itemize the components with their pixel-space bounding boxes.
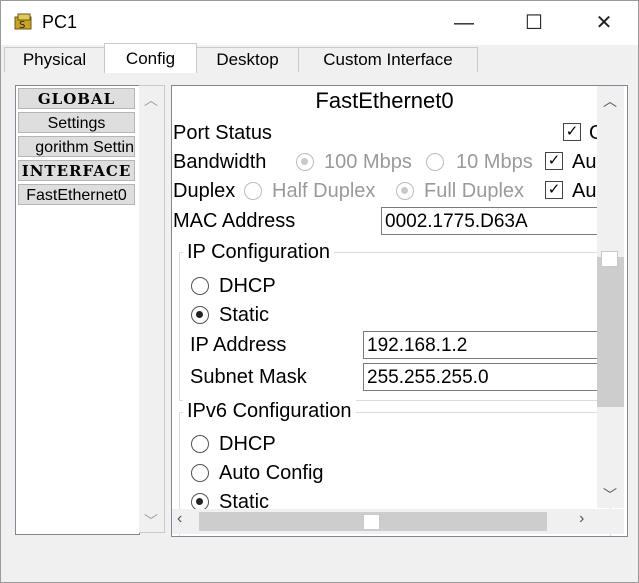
mac-address-field[interactable]: 0002.1775.D63A <box>381 207 611 235</box>
subnet-mask-label: Subnet Mask <box>190 366 307 388</box>
bandwidth-auto-label: Au <box>572 151 597 173</box>
ipv6-configuration-title: IPv6 Configuration <box>183 400 356 423</box>
title-bar: S PC1 — ☐ ✕ <box>1 1 638 45</box>
ipv6-auto-config-label: Auto Config <box>219 462 324 484</box>
scroll-corner <box>597 509 624 534</box>
sidebar-header-global: GLOBAL <box>18 88 135 109</box>
config-sidebar: GLOBAL Settings gorithm Settin INTERFACE… <box>15 85 140 535</box>
sidebar-item-fastethernet0[interactable]: FastEthernet0 <box>18 184 135 205</box>
chevron-left-icon[interactable]: ‹ <box>177 510 182 528</box>
duplex-label: Duplex <box>173 180 236 202</box>
bandwidth-10-radio[interactable] <box>426 153 444 171</box>
window-title: PC1 <box>42 12 78 32</box>
full-duplex-radio[interactable] <box>396 182 414 200</box>
horizontal-scroll-grip[interactable] <box>363 514 380 530</box>
half-duplex-radio[interactable] <box>244 182 262 200</box>
ip-address-label: IP Address <box>190 334 287 356</box>
maximize-button[interactable]: ☐ <box>514 9 554 37</box>
ipv6-dhcp-label: DHCP <box>219 433 276 455</box>
bandwidth-auto-checkbox[interactable]: ✓ <box>545 152 563 170</box>
ipv6-dhcp-radio[interactable] <box>191 435 209 453</box>
port-status-checkbox[interactable]: ✓ <box>563 123 581 141</box>
chevron-down-icon[interactable]: ﹀ <box>139 511 163 531</box>
ipv4-static-label: Static <box>219 304 270 326</box>
ipv4-static-radio[interactable] <box>191 306 209 324</box>
port-status-label: Port Status <box>173 122 272 144</box>
half-duplex-label: Half Duplex <box>272 180 376 202</box>
vertical-scroll-thumb[interactable] <box>597 257 624 407</box>
full-duplex-label: Full Duplex <box>424 180 525 202</box>
tab-physical[interactable]: Physical <box>4 47 105 72</box>
ip-configuration-title: IP Configuration <box>183 241 335 264</box>
subnet-mask-field[interactable]: 255.255.255.0 <box>363 363 611 391</box>
chevron-right-icon[interactable]: › <box>579 510 584 528</box>
sidebar-header-interface: INTERFACE <box>18 160 135 181</box>
sidebar-scrollbar[interactable]: ︿ ﹀ <box>139 85 165 533</box>
ipv6-auto-config-radio[interactable] <box>191 464 209 482</box>
bandwidth-label: Bandwidth <box>173 151 267 173</box>
bandwidth-10-label: 10 Mbps <box>456 151 533 173</box>
tab-desktop[interactable]: Desktop <box>196 47 299 72</box>
mac-address-label: MAC Address <box>173 210 296 232</box>
ipv4-dhcp-radio[interactable] <box>191 277 209 295</box>
chevron-down-icon[interactable]: ﹀ <box>598 485 622 505</box>
duplex-auto-label: Au <box>572 180 597 202</box>
sidebar-item-settings[interactable]: Settings <box>18 112 135 133</box>
interface-panel: FastEthernet0 Port Status ✓ O Bandwidth … <box>171 85 628 537</box>
bandwidth-100-label: 100 Mbps <box>324 151 412 173</box>
minimize-button[interactable]: — <box>444 9 484 37</box>
ipv4-dhcp-label: DHCP <box>219 275 276 297</box>
duplex-auto-checkbox[interactable]: ✓ <box>545 181 563 199</box>
pc1-window: S PC1 — ☐ ✕ Physical Config Desktop Cust… <box>0 0 639 583</box>
bandwidth-100-radio[interactable] <box>296 153 314 171</box>
packet-tracer-pc-icon: S <box>13 11 35 33</box>
sidebar-item-algorithm-settings[interactable]: gorithm Settin <box>18 136 135 157</box>
close-button[interactable]: ✕ <box>584 9 624 37</box>
chevron-up-icon[interactable]: ︿ <box>139 90 163 110</box>
ip-address-field[interactable]: 192.168.1.2 <box>363 331 611 359</box>
tab-custom-interface[interactable]: Custom Interface <box>298 47 478 72</box>
vertical-scroll-grip[interactable] <box>601 251 618 267</box>
tab-config[interactable]: Config <box>104 43 197 74</box>
panel-title: FastEthernet0 <box>315 88 454 113</box>
chevron-up-icon[interactable]: ︿ <box>598 91 622 111</box>
svg-text:S: S <box>19 20 25 31</box>
